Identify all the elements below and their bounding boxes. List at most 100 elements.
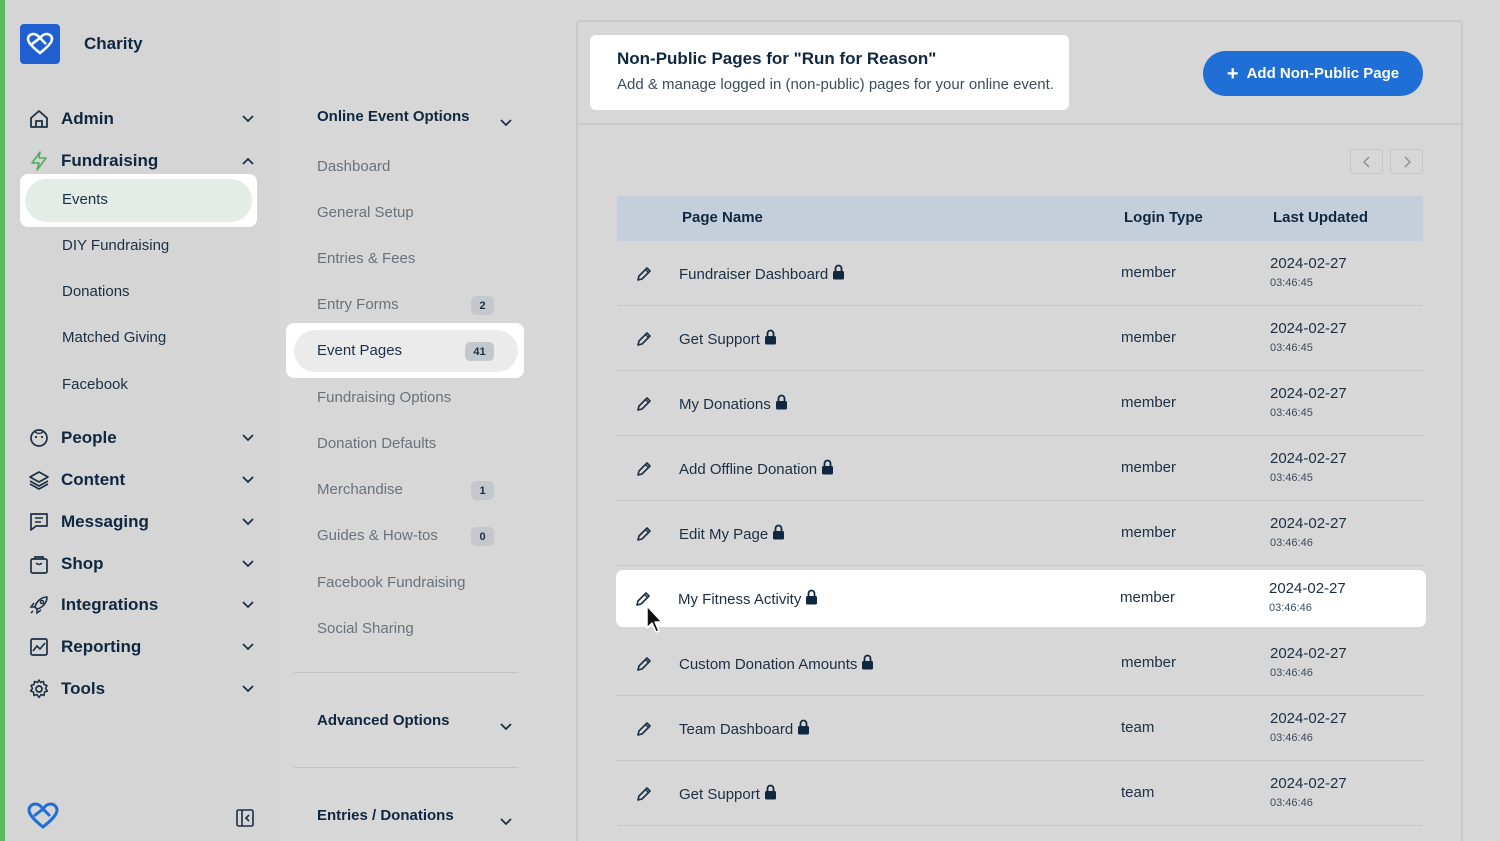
table-row[interactable]: Get Support member 2024-02-27 03:46:45 <box>617 306 1423 371</box>
sidebar-item-shop[interactable]: Shop <box>20 549 260 579</box>
page-name-cell[interactable]: Team Dashboard <box>679 719 810 739</box>
chevron-down-icon <box>236 476 260 484</box>
sidebar-item-label: Shop <box>61 554 104 573</box>
option-facebook-fundraising[interactable]: Facebook Fundraising <box>317 574 465 591</box>
page-name-cell[interactable]: Custom Donation Amounts <box>679 654 874 674</box>
option-social-sharing[interactable]: Social Sharing <box>317 620 414 637</box>
sidebar-item-integrations[interactable]: Integrations <box>20 590 260 620</box>
sidebar-subitem-facebook[interactable]: Facebook <box>62 376 128 393</box>
collapse-sidebar-icon[interactable] <box>235 808 255 833</box>
table-row[interactable]: Custom Donation Amounts member 2024-02-27 0… <box>617 631 1423 696</box>
sidebar-item-tools[interactable]: Tools <box>20 674 260 704</box>
page-name-cell[interactable]: Get Support <box>679 329 777 349</box>
column-last-updated[interactable]: Last Updated <box>1273 209 1368 226</box>
column-login-type[interactable]: Login Type <box>1124 209 1203 226</box>
sidebar-subitem-donations[interactable]: Donations <box>62 283 130 300</box>
edit-pencil-icon[interactable] <box>635 720 653 743</box>
page-name-cell[interactable]: My Fitness Activity <box>678 589 818 609</box>
edit-pencil-icon[interactable] <box>635 460 653 483</box>
page-name: Get Support <box>679 330 760 348</box>
sidebar-subitem-matched-giving[interactable]: Matched Giving <box>62 329 166 346</box>
option-fundraising-options[interactable]: Fundraising Options <box>317 389 451 406</box>
sidebar-item-label: Messaging <box>61 512 149 531</box>
count-badge: 1 <box>471 481 494 500</box>
option-merchandise[interactable]: Merchandise <box>317 481 403 498</box>
section-entries-donations[interactable]: Entries / Donations <box>317 807 454 824</box>
option-entries-fees[interactable]: Entries & Fees <box>317 250 415 267</box>
chevron-down-icon <box>236 685 260 693</box>
edit-pencil-icon[interactable] <box>635 395 653 418</box>
option-label[interactable]: Event Pages <box>317 342 402 359</box>
table-row[interactable]: Add Offline Donation member 2024-02-27 03:4… <box>617 436 1423 501</box>
add-non-public-page-button[interactable]: + Add Non-Public Page <box>1203 51 1423 96</box>
count-badge: 2 <box>471 296 494 315</box>
option-donation-defaults[interactable]: Donation Defaults <box>317 435 436 452</box>
edit-pencil-icon[interactable] <box>635 785 653 808</box>
sidebar-item-content[interactable]: Content <box>20 465 260 495</box>
table-row[interactable]: My Fitness Activity member 2024-02-27 03:46… <box>616 570 1426 627</box>
sidebar-item-people[interactable]: People <box>20 423 260 453</box>
lock-icon <box>805 589 818 609</box>
sidebar-item-label: People <box>61 428 117 447</box>
table-row[interactable]: My Donations member 2024-02-27 03:46:45 <box>617 371 1423 436</box>
prev-page-button[interactable] <box>1350 149 1383 174</box>
login-type-cell: team <box>1121 784 1155 801</box>
page-name: Fundraiser Dashboard <box>679 265 829 283</box>
option-guides-how-tos[interactable]: Guides & How-tos <box>317 527 438 544</box>
last-updated-time: 03:46:45 <box>1270 277 1313 289</box>
lock-icon <box>772 524 785 544</box>
message-icon <box>20 511 56 533</box>
last-updated-date: 2024-02-27 <box>1270 645 1347 662</box>
sidebar-item-fundraising[interactable]: Fundraising <box>20 146 260 176</box>
count-badge: 0 <box>471 527 494 546</box>
column-page-name[interactable]: Page Name <box>682 209 763 226</box>
sidebar-item-messaging[interactable]: Messaging <box>20 507 260 537</box>
brand-logo-icon <box>20 24 60 64</box>
sidebar-subitem-diy-fundraising[interactable]: DIY Fundraising <box>62 237 169 254</box>
main-panel: Non-Public Pages for "Run for Reason" Ad… <box>576 20 1463 841</box>
event-options-panel: Online Event Options Dashboard General S… <box>278 0 576 841</box>
table-row[interactable]: Fundraiser Dashboard member 2024-02-27 03:4… <box>617 241 1423 306</box>
sidebar-item-label: Tools <box>61 679 106 698</box>
page-name-cell[interactable]: Get Support <box>679 784 777 804</box>
chevron-down-icon[interactable] <box>500 813 512 831</box>
option-entry-forms[interactable]: Entry Forms <box>317 296 399 313</box>
option-general-setup[interactable]: General Setup <box>317 204 414 221</box>
sidebar-item-reporting[interactable]: Reporting <box>20 632 260 662</box>
last-updated-date: 2024-02-27 <box>1270 710 1347 727</box>
edit-pencil-icon[interactable] <box>635 525 653 548</box>
next-page-button[interactable] <box>1390 149 1423 174</box>
sidebar-subitem-events[interactable] <box>25 179 252 222</box>
brand[interactable]: Charity <box>20 24 143 64</box>
table-header: Page Name Login Type Last Updated <box>617 196 1423 241</box>
chevron-down-icon <box>236 601 260 609</box>
section-advanced-options[interactable]: Advanced Options <box>317 712 450 729</box>
page-name-cell[interactable]: My Donations <box>679 394 788 414</box>
table-row[interactable]: Get Support team 2024-02-27 03:46:46 <box>617 761 1423 826</box>
sidebar-item-admin[interactable]: Admin <box>20 104 260 134</box>
page-name-cell[interactable]: Add Offline Donation <box>679 459 834 479</box>
page-name: My Fitness Activity <box>678 590 802 608</box>
edit-pencil-icon[interactable] <box>635 655 653 678</box>
lock-icon <box>832 264 845 284</box>
edit-pencil-icon[interactable] <box>635 330 653 353</box>
last-updated-time: 03:46:45 <box>1270 407 1313 419</box>
title-card: Non-Public Pages for "Run for Reason" Ad… <box>590 35 1069 110</box>
table-row[interactable]: Team Dashboard team 2024-02-27 03:46:46 <box>617 696 1423 761</box>
lock-icon <box>861 654 874 674</box>
sidebar-subitem-label[interactable]: Events <box>62 191 108 208</box>
chevron-down-icon[interactable] <box>500 718 512 736</box>
option-dashboard[interactable]: Dashboard <box>317 158 390 175</box>
page-title: Non-Public Pages for "Run for Reason" <box>617 49 937 68</box>
lock-icon <box>764 784 777 804</box>
page-name-cell[interactable]: Fundraiser Dashboard <box>679 264 845 284</box>
button-label: Add Non-Public Page <box>1246 65 1400 82</box>
table-row[interactable]: Edit My Page member 2024-02-27 03:46:46 <box>617 501 1423 566</box>
section-online-event-options[interactable]: Online Event Options <box>317 108 470 125</box>
page-name-cell[interactable]: Edit My Page <box>679 524 785 544</box>
layers-icon <box>20 469 56 491</box>
edit-pencil-icon[interactable] <box>635 265 653 288</box>
lock-icon <box>764 329 777 349</box>
chart-icon <box>20 636 56 658</box>
chevron-down-icon[interactable] <box>500 114 512 132</box>
